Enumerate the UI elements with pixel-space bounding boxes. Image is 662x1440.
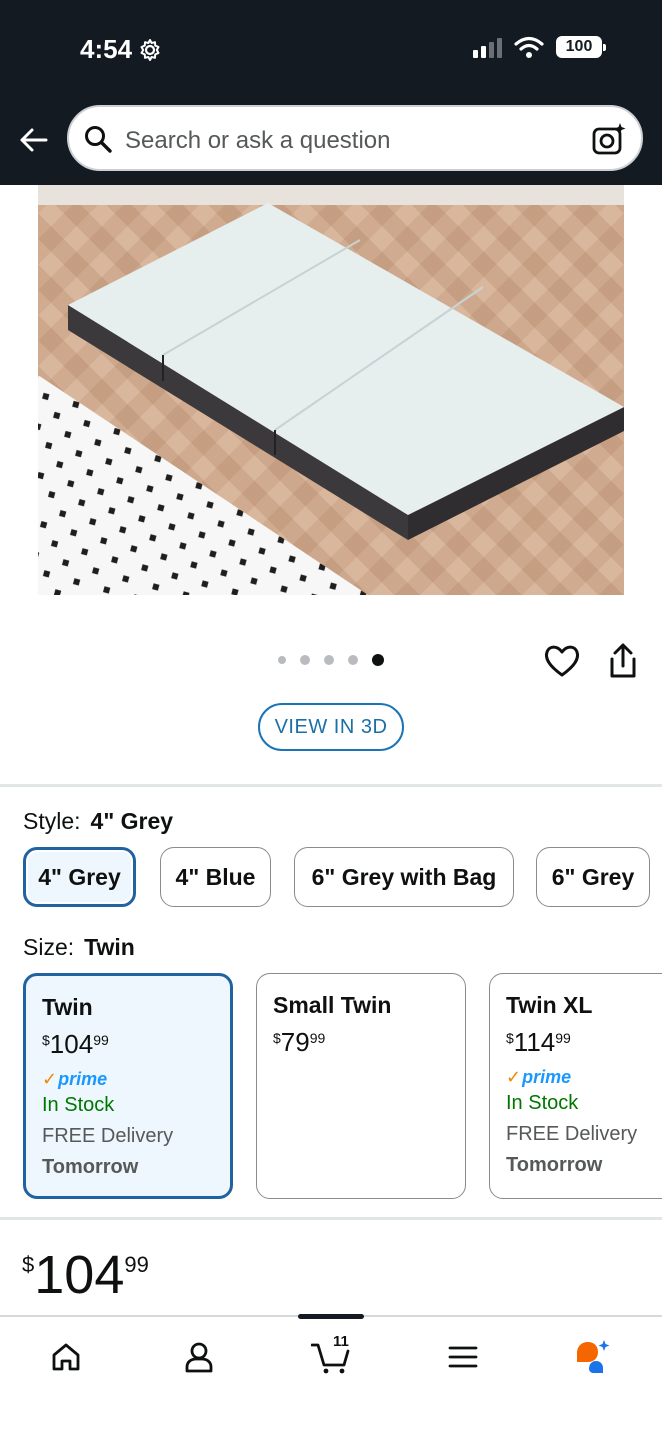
active-tab-indicator xyxy=(298,1314,364,1319)
prime-check-icon: ✓ xyxy=(506,1067,522,1087)
style-selected-value: 4" Grey xyxy=(90,808,174,834)
size-option-twin[interactable]: Twin $104 99 ✓ prime In Stock FREE Deliver… xyxy=(23,973,233,1199)
size-option-name: Small Twin xyxy=(273,992,392,1018)
section-divider xyxy=(0,1217,662,1220)
settings-gear-icon xyxy=(140,38,160,61)
back-arrow-icon[interactable] xyxy=(16,122,52,158)
carousel-dot[interactable] xyxy=(278,656,286,664)
delivery-day: Tomorrow xyxy=(506,1154,603,1176)
search-bar[interactable]: Search or ask a question xyxy=(67,105,643,171)
style-option-6in-grey[interactable]: 6" Grey xyxy=(536,847,650,907)
section-divider xyxy=(0,784,662,787)
carousel-pagination[interactable] xyxy=(278,654,384,666)
nav-home[interactable] xyxy=(46,1337,86,1377)
search-icon xyxy=(85,126,112,153)
product-price: $ 104 99 xyxy=(22,1248,149,1302)
size-option-name: Twin xyxy=(42,994,93,1020)
style-option-4in-grey[interactable]: 4" Grey xyxy=(23,847,136,907)
size-option-price: $104 99 xyxy=(42,1029,109,1059)
size-selector-label: Size: Twin xyxy=(23,934,135,961)
size-option-price: $114 99 xyxy=(506,1027,571,1057)
carousel-dot[interactable] xyxy=(324,655,334,665)
camera-lens-icon[interactable] xyxy=(591,121,627,157)
stock-status: In Stock xyxy=(506,1092,579,1114)
delivery-text: FREE Delivery xyxy=(42,1125,174,1147)
prime-badge: ✓ prime xyxy=(42,1069,108,1089)
share-icon[interactable] xyxy=(605,642,641,680)
cellular-signal-icon xyxy=(473,36,502,58)
size-option-price: $79 99 xyxy=(273,1027,326,1057)
view-in-3d-button[interactable]: VIEW IN 3D xyxy=(258,703,404,751)
prime-check-icon: ✓ xyxy=(42,1069,58,1089)
menu-icon xyxy=(448,1346,478,1368)
prime-badge: ✓ prime xyxy=(506,1067,572,1087)
style-label: Style: xyxy=(23,808,81,834)
delivery-text: FREE Delivery xyxy=(506,1123,638,1145)
size-label: Size: xyxy=(23,934,75,960)
wifi-icon xyxy=(514,36,544,58)
delivery-day: Tomorrow xyxy=(42,1156,139,1178)
search-input[interactable]: Search or ask a question xyxy=(125,127,391,155)
bottom-navigation: 11 xyxy=(0,1314,662,1440)
style-selector-label: Style: 4" Grey xyxy=(23,808,173,835)
nav-cart[interactable]: 11 xyxy=(311,1333,351,1377)
size-option-twin-xl[interactable]: Twin XL $114 99 ✓ prime In Stock FREE Deli… xyxy=(489,973,662,1199)
top-header: 4:54 100 Search or ask a question xyxy=(0,0,662,185)
product-image[interactable] xyxy=(38,185,624,595)
style-option-4in-blue[interactable]: 4" Blue xyxy=(160,847,271,907)
account-icon xyxy=(185,1342,213,1373)
nav-menu[interactable] xyxy=(443,1337,483,1377)
price-whole: 104 xyxy=(34,1245,125,1305)
price-currency: $ xyxy=(22,1252,35,1277)
size-selected-value: Twin xyxy=(84,934,135,960)
carousel-dot-active[interactable] xyxy=(372,654,384,666)
stock-status: In Stock xyxy=(42,1094,115,1116)
size-option-name: Twin XL xyxy=(506,992,593,1018)
battery-level: 100 xyxy=(565,38,593,55)
status-time-text: 4:54 xyxy=(80,34,133,64)
battery-icon: 100 xyxy=(556,36,606,58)
home-icon xyxy=(52,1343,80,1371)
price-fraction: 99 xyxy=(124,1252,149,1277)
cart-count-badge: 11 xyxy=(333,1333,349,1350)
nav-account[interactable] xyxy=(179,1337,219,1377)
nav-rufus[interactable] xyxy=(573,1337,613,1377)
style-option-6in-grey-with-bag[interactable]: 6" Grey with Bag xyxy=(294,847,514,907)
status-time: 4:54 xyxy=(80,34,162,65)
rufus-assistant-icon xyxy=(577,1340,610,1373)
carousel-dot[interactable] xyxy=(300,655,310,665)
size-option-small-twin[interactable]: Small Twin $79 99 xyxy=(256,973,466,1199)
carousel-dot[interactable] xyxy=(348,655,358,665)
status-indicators: 100 xyxy=(473,36,606,58)
mattress-illustration xyxy=(68,203,624,540)
heart-icon[interactable] xyxy=(543,643,581,679)
